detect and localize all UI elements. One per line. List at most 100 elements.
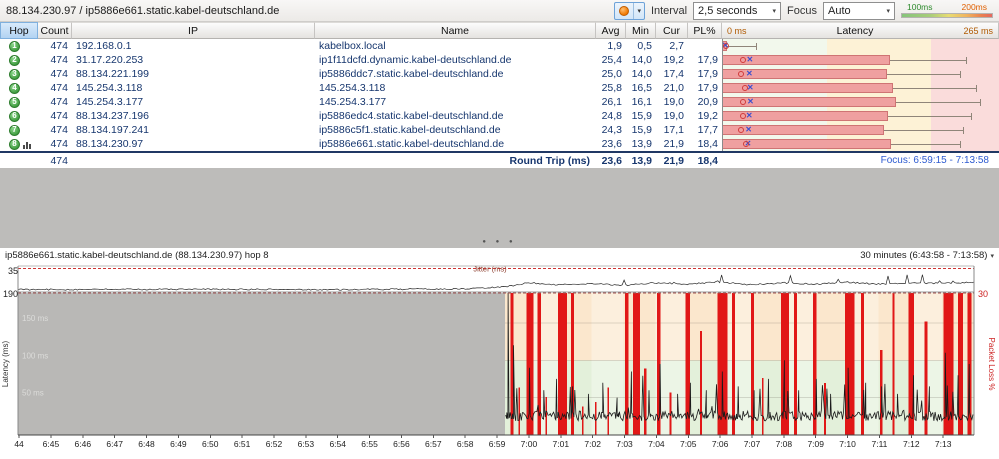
cur-cell: 19,0 (663, 110, 684, 122)
hop-latency-graph[interactable]: ✕ (722, 137, 999, 151)
pl-cell: 20,9 (697, 96, 718, 108)
latency-zone-red (931, 39, 999, 53)
table-row[interactable]: 1 474 192.168.0.1 kabelbox.local 1,9 0,5 2,7 ✕ (0, 39, 999, 53)
summary-count: 474 (50, 154, 68, 167)
avg-marker: ✕ (746, 83, 754, 92)
focus-select[interactable]: Auto ▾ (823, 1, 895, 20)
focus-label: Focus (787, 4, 817, 17)
summary-avg: 23,6 (601, 154, 622, 167)
current-marker (742, 141, 749, 147)
table-row[interactable]: 2 474 31.17.220.253 ip1f11dcfd.dynamic.kabe… (0, 53, 999, 67)
splitter-grip-icon[interactable]: ● ● ● (482, 238, 516, 246)
current-marker (739, 99, 746, 105)
svg-text:7:10: 7:10 (839, 439, 856, 449)
latency-zone-yellow (827, 39, 932, 53)
svg-text:7:08: 7:08 (776, 439, 793, 449)
svg-text:6:45: 6:45 (43, 439, 60, 449)
svg-text:6:50: 6:50 (202, 439, 219, 449)
svg-text:7:04: 7:04 (648, 439, 665, 449)
table-row[interactable]: 3 474 88.134.221.199 ip5886ddc7.static.kabe… (0, 67, 999, 81)
hop-latency-graph[interactable]: ✕ (722, 81, 999, 95)
toolbar: 88.134.230.97 / ip5886e661.static.kabel-… (0, 0, 999, 22)
time-range-select[interactable]: 30 minutes (6:43:58 - 7:13:58) ▾ (860, 250, 994, 261)
pause-button[interactable]: ▾ (614, 1, 645, 20)
name-cell: ip5886edc4.static.kabel-deutschland.de (319, 110, 504, 122)
column-header-count[interactable]: Count (38, 22, 72, 39)
svg-text:7:07: 7:07 (744, 439, 761, 449)
svg-text:6:53: 6:53 (298, 439, 315, 449)
hop-number-badge: 1 (9, 40, 20, 52)
column-header-cur[interactable]: Cur (656, 22, 688, 39)
avg-marker: ✕ (746, 69, 753, 78)
svg-text:Latency (ms): Latency (ms) (1, 341, 10, 388)
avg-cell: 24,8 (601, 110, 622, 122)
table-row[interactable]: 6 474 88.134.237.196 ip5886edc4.static.kabe… (0, 109, 999, 123)
ip-cell: 88.134.237.196 (76, 110, 149, 122)
latency-whisker (884, 129, 963, 131)
svg-text:6:57: 6:57 (425, 439, 442, 449)
column-header-name[interactable]: Name (315, 22, 596, 39)
latency-whisker-cap (970, 112, 972, 120)
name-cell: 145.254.3.118 (319, 82, 386, 94)
timeline-panel: ip5886e661.static.kabel-deutschland.de (… (0, 248, 999, 459)
latency-color-legend: 100ms 200ms (901, 3, 993, 18)
hop-latency-graph[interactable]: ✕ (722, 53, 999, 67)
column-header-ip[interactable]: IP (72, 22, 315, 39)
min-cell: 16,5 (631, 82, 652, 94)
hop-latency-graph[interactable]: ✕ (722, 123, 999, 137)
focus-range-text: Focus: 6:59:15 - 7:13:58 (880, 154, 989, 166)
hop-latency-graph[interactable]: ✕ (722, 95, 999, 109)
svg-text:6:51: 6:51 (234, 439, 251, 449)
latency-whisker-cap (980, 98, 982, 106)
hop-latency-graph[interactable]: ✕ (722, 67, 999, 81)
column-header-pl[interactable]: PL% (688, 22, 722, 39)
summary-min: 13,9 (631, 154, 652, 167)
column-header-hop[interactable]: Hop (0, 22, 38, 39)
timeline-title: ip5886e661.static.kabel-deutschland.de (… (5, 250, 269, 261)
focus-value: Auto (828, 4, 851, 17)
cur-cell: 2,7 (669, 40, 684, 52)
column-header-avg[interactable]: Avg (596, 22, 626, 39)
hop-number-badge: 7 (9, 124, 20, 136)
min-cell: 16,1 (631, 96, 652, 108)
svg-text:7:06: 7:06 (712, 439, 729, 449)
latency-whisker (892, 87, 977, 89)
panel-splitter[interactable]: ● ● ● (0, 168, 999, 248)
table-row[interactable]: 5 474 145.254.3.177 145.254.3.177 26,1 16,1 19… (0, 95, 999, 109)
name-cell: kabelbox.local (319, 40, 386, 52)
table-row[interactable]: 4 474 145.254.3.118 145.254.3.118 25,8 16,5 21… (0, 81, 999, 95)
latency-whisker-cap (756, 42, 758, 50)
hop-latency-graph[interactable]: ✕ (722, 109, 999, 123)
column-header-min[interactable]: Min (626, 22, 656, 39)
hop-number-badge: 6 (9, 110, 20, 122)
min-cell: 14,0 (631, 68, 652, 80)
avg-marker: ✕ (746, 55, 754, 64)
hop-cell: 5 (0, 96, 38, 108)
pl-cell: 18,4 (697, 138, 718, 150)
hop-cell: 3 (0, 68, 38, 80)
timeline-chart[interactable]: 150 ms 100 ms 50 ms Jitter (ms) 44 6:45 6:46 6:… (0, 263, 999, 459)
summary-cur: 21,9 (663, 154, 684, 167)
latency-whisker-cap (965, 56, 967, 64)
interval-select[interactable]: 2,5 seconds ▾ (693, 1, 782, 20)
table-row[interactable]: 7 474 88.134.197.241 ip5886c5f1.static.kabe… (0, 123, 999, 137)
min-cell: 15,9 (631, 110, 652, 122)
latency-whisker (727, 45, 757, 47)
svg-text:6:49: 6:49 (170, 439, 187, 449)
pause-dropdown-caret-icon[interactable]: ▾ (633, 2, 644, 19)
current-marker (740, 57, 746, 63)
svg-text:7:12: 7:12 (903, 439, 920, 449)
current-marker (737, 127, 744, 133)
interval-label: Interval (650, 4, 688, 17)
cur-cell: 17,1 (663, 124, 684, 136)
count-cell: 474 (50, 82, 68, 94)
table-row[interactable]: 8 474 88.134.230.97 ip5886e661.static.kabel… (0, 137, 999, 151)
hop-cell: 6 (0, 110, 38, 122)
hop-latency-graph[interactable]: ✕ (722, 39, 999, 53)
svg-text:190: 190 (3, 289, 18, 299)
svg-text:7:11: 7:11 (871, 439, 887, 449)
svg-text:6:55: 6:55 (361, 439, 378, 449)
column-header-latency[interactable]: 0 ms Latency 265 ms (722, 22, 999, 39)
hop-number-badge: 5 (9, 96, 20, 108)
hop-number-badge: 3 (9, 68, 20, 80)
